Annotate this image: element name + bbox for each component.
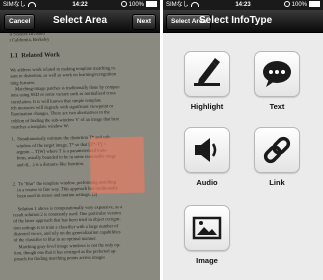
select-infotype-screen: SIMなし 14:23 100% Select Area Select Info… (163, 0, 323, 280)
tile-label: Audio (196, 178, 218, 187)
audio-button[interactable] (184, 127, 230, 173)
tile-label: Highlight (190, 102, 224, 111)
picture-icon (192, 216, 222, 240)
navigation-bar: Select Area Cancel Next (0, 10, 160, 33)
image-button[interactable] (184, 205, 230, 251)
next-button[interactable]: Next (131, 14, 156, 30)
tile-audio[interactable]: Audio (181, 127, 233, 187)
tile-label: Text (269, 102, 285, 111)
battery-percent: 100% (291, 2, 307, 8)
battery-icon (146, 1, 157, 8)
tile-label: Link (269, 178, 285, 187)
status-bar: SIMなし 14:23 100% (163, 0, 323, 10)
speech-bubble-icon (263, 61, 291, 87)
select-area-screen: ir Science Division t California, Berkele… (0, 0, 160, 280)
battery-icon (309, 1, 320, 8)
tile-highlight[interactable]: Highlight (181, 51, 233, 111)
alarm-icon (283, 1, 290, 8)
camera-document-preview[interactable]: ir Science Division t California, Berkele… (0, 24, 160, 280)
speaker-icon (195, 138, 217, 162)
selection-area[interactable] (89, 136, 145, 194)
tile-label: Image (196, 256, 218, 265)
tile-image[interactable]: Image (181, 205, 233, 265)
status-bar: SIMなし 14:22 100% (0, 0, 160, 10)
chain-link-icon (263, 136, 291, 164)
link-button[interactable] (254, 127, 300, 173)
battery-percent: 100% (128, 2, 144, 8)
battery-status: 100% (120, 0, 157, 10)
cancel-button[interactable]: Cancel (4, 14, 36, 30)
highlight-button[interactable] (184, 51, 230, 97)
navigation-bar: Select Area Select InfoType (163, 10, 323, 33)
tile-text[interactable]: Text (251, 51, 303, 111)
highlighter-icon (194, 58, 220, 86)
tile-link[interactable]: Link (251, 127, 303, 187)
text-button[interactable] (254, 51, 300, 97)
page-title: Select InfoType (199, 15, 273, 26)
alarm-icon (120, 1, 127, 8)
battery-status: 100% (283, 0, 320, 10)
